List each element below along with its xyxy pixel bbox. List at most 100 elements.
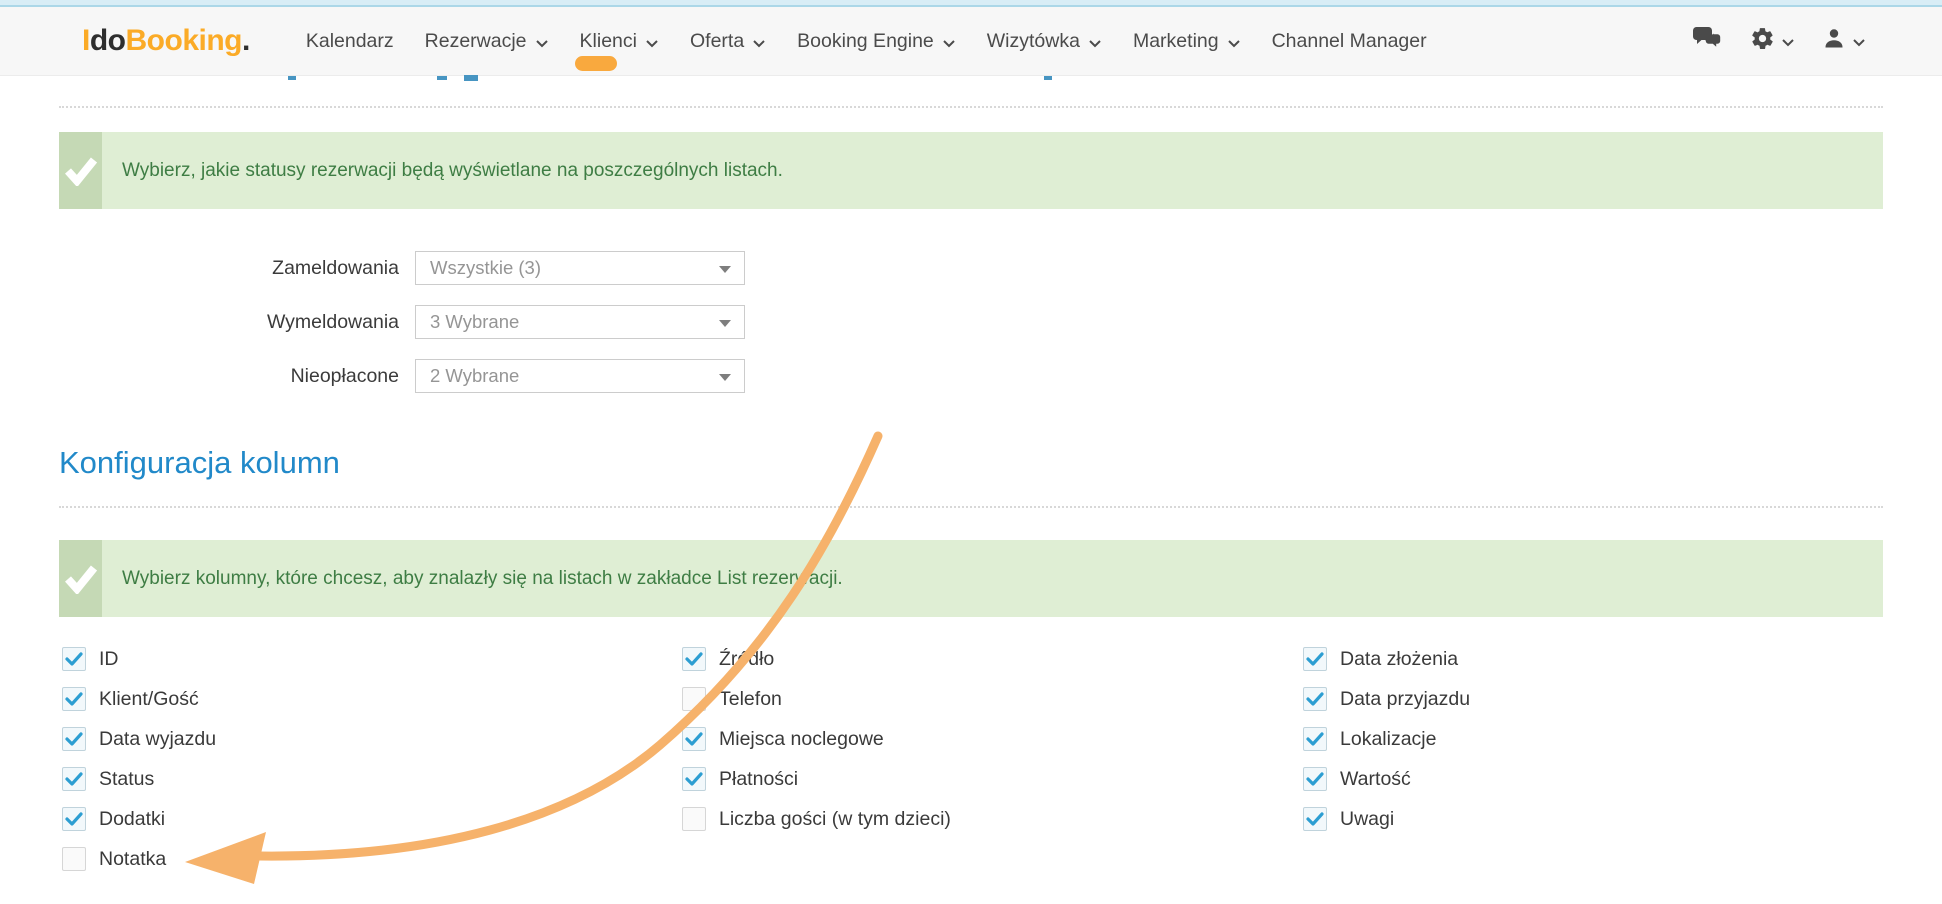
status-lists-form: Zameldowania Wszystkie (3) Wymeldowania … (59, 251, 1883, 393)
nav-item-oferta[interactable]: Oferta (690, 28, 766, 54)
chevron-down-icon (752, 31, 766, 54)
checkbox[interactable] (682, 647, 706, 671)
nav-item-marketing[interactable]: Marketing (1133, 28, 1241, 54)
nav-item-booking-engine[interactable]: Booking Engine (797, 28, 956, 54)
section-title-konfiguracja-kolumn: Konfiguracja kolumn (59, 445, 1883, 481)
banner-message: Wybierz kolumny, które chcesz, aby znala… (102, 540, 863, 617)
user-menu-button[interactable] (1822, 26, 1866, 56)
checkbox-row-klient-gosc[interactable]: Klient/Gość (62, 687, 682, 711)
nav-item-channel-manager[interactable]: Channel Manager (1272, 30, 1427, 53)
field-label: Zameldowania (59, 257, 415, 280)
checkbox[interactable] (62, 807, 86, 831)
nav-item-label: Rezerwacje (425, 30, 527, 53)
checkbox-row-telefon[interactable]: Telefon (682, 687, 1303, 711)
checkbox-row-liczba-gosci[interactable]: Liczba gości (w tym dzieci) (682, 807, 1303, 831)
select-value: 3 Wybrane (430, 311, 519, 333)
nav-item-label: Channel Manager (1272, 30, 1427, 53)
nav-item-label: Marketing (1133, 30, 1219, 53)
checkbox-row-data-przyjazdu[interactable]: Data przyjazdu (1303, 687, 1883, 711)
checkbox-row-platnosci[interactable]: Płatności (682, 767, 1303, 791)
wymeldowania-select[interactable]: 3 Wybrane (415, 305, 745, 339)
checkbox[interactable] (1303, 687, 1327, 711)
field-label: Wymeldowania (59, 311, 415, 334)
form-row-nieoplacone: Nieopłacone 2 Wybrane (59, 359, 1883, 393)
checkbox[interactable] (1303, 727, 1327, 751)
logo-part: do (90, 24, 126, 57)
checkbox-label: Notatka (99, 848, 166, 871)
checkbox-label: Lokalizacje (1340, 728, 1436, 751)
caret-down-icon (719, 266, 731, 273)
checkbox-row-miejsca-noclegowe[interactable]: Miejsca noclegowe (682, 727, 1303, 751)
checkbox-label: Miejsca noclegowe (719, 728, 884, 751)
checkbox[interactable] (1303, 807, 1327, 831)
checkbox-label: ID (99, 648, 119, 671)
header-icon-group (1692, 26, 1866, 56)
checkbox-row-data-zlozenia[interactable]: Data złożenia (1303, 647, 1883, 671)
checkbox-row-zrodlo[interactable]: Źródło (682, 647, 1303, 671)
checkbox-row-status[interactable]: Status (62, 767, 682, 791)
checkbox-row-dodatki[interactable]: Dodatki (62, 807, 682, 831)
checkbox-row-wartosc[interactable]: Wartość (1303, 767, 1883, 791)
checkbox-row-lokalizacje[interactable]: Lokalizacje (1303, 727, 1883, 751)
settings-button[interactable] (1750, 26, 1795, 56)
checkbox-label: Klient/Gość (99, 688, 199, 711)
checkbox[interactable] (62, 647, 86, 671)
checkbox-row-uwagi[interactable]: Uwagi (1303, 807, 1883, 831)
nieoplacone-select[interactable]: 2 Wybrane (415, 359, 745, 393)
checkbox-row-data-wyjazdu[interactable]: Data wyjazdu (62, 727, 682, 751)
scrolled-content-fragment (437, 76, 447, 80)
nav-item-label: Wizytówka (987, 30, 1080, 53)
idobooking-logo[interactable]: IdoBooking. (82, 24, 250, 58)
column-checkbox-grid: ID Klient/Gość Data wyjazdu Status Dodat… (59, 647, 1883, 887)
section-divider (59, 106, 1883, 108)
logo-part: . (242, 24, 250, 57)
chevron-down-icon (1088, 31, 1102, 54)
section-divider (59, 506, 1883, 508)
checkbox[interactable] (62, 847, 86, 871)
nav-item-kalendarz[interactable]: Kalendarz (306, 30, 394, 53)
info-banner-columns: Wybierz kolumny, które chcesz, aby znala… (59, 540, 1883, 617)
checkbox[interactable] (682, 807, 706, 831)
form-row-wymeldowania: Wymeldowania 3 Wybrane (59, 305, 1883, 339)
checkbox[interactable] (62, 767, 86, 791)
checkbox-row-id[interactable]: ID (62, 647, 682, 671)
checkbox-column-3: Data złożenia Data przyjazdu Lokalizacje… (1303, 647, 1883, 887)
chevron-down-icon (1227, 31, 1241, 54)
checkbox[interactable] (1303, 767, 1327, 791)
caret-down-icon (719, 374, 731, 381)
messages-button[interactable] (1692, 26, 1723, 56)
info-banner-statuses: Wybierz, jakie statusy rezerwacji będą w… (59, 132, 1883, 209)
checkbox-row-notatka[interactable]: Notatka (62, 847, 682, 871)
field-label: Nieopłacone (59, 365, 415, 388)
zameldowania-select[interactable]: Wszystkie (3) (415, 251, 745, 285)
form-row-zameldowania: Zameldowania Wszystkie (3) (59, 251, 1883, 285)
checkbox-label: Liczba gości (w tym dzieci) (719, 808, 951, 831)
nav-item-wizytowka[interactable]: Wizytówka (987, 28, 1102, 54)
checkbox-column-2: Źródło Telefon Miejsca noclegowe Płatnoś… (682, 647, 1303, 887)
checkbox-label: Płatności (719, 768, 798, 791)
checkbox[interactable] (62, 687, 86, 711)
chevron-down-icon (1781, 34, 1795, 52)
logo-part: Booking (126, 24, 243, 57)
checkbox-label: Źródło (719, 648, 774, 671)
settings-page-content: Wybierz, jakie statusy rezerwacji będą w… (0, 106, 1942, 887)
scrolled-content-fragment (288, 76, 296, 80)
chevron-down-icon (1852, 34, 1866, 52)
scrolled-content-fragment (1044, 76, 1052, 80)
nav-item-label: Oferta (690, 30, 744, 53)
nav-item-klienci[interactable]: Klienci (580, 28, 659, 54)
scrolled-content-fragment (575, 56, 617, 71)
checkbox-label: Telefon (719, 688, 782, 711)
checkbox-label: Data wyjazdu (99, 728, 216, 751)
checkbox[interactable] (682, 687, 706, 711)
nav-item-label: Booking Engine (797, 30, 934, 53)
checkbox[interactable] (62, 727, 86, 751)
checkbox-label: Wartość (1340, 768, 1411, 791)
checkbox[interactable] (682, 727, 706, 751)
caret-down-icon (719, 320, 731, 327)
checkbox[interactable] (1303, 647, 1327, 671)
checkbox[interactable] (682, 767, 706, 791)
nav-item-rezerwacje[interactable]: Rezerwacje (425, 28, 549, 54)
nav-item-label: Klienci (580, 30, 637, 53)
banner-message: Wybierz, jakie statusy rezerwacji będą w… (102, 132, 803, 209)
